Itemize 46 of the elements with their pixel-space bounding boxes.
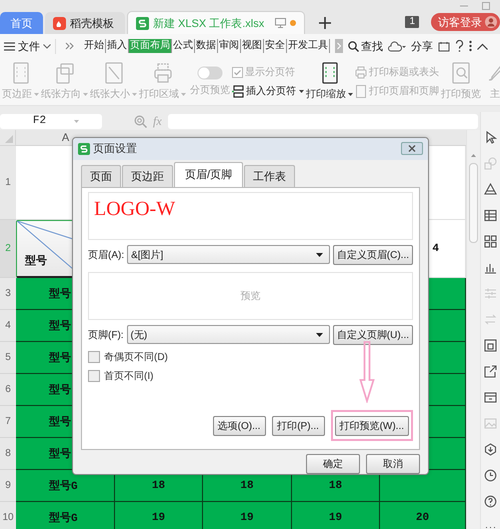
- row-header[interactable]: 1: [0, 146, 16, 220]
- search-button[interactable]: 查找: [348, 38, 383, 54]
- ribbon-tab[interactable]: 开始: [83, 39, 106, 53]
- ribbon-tab[interactable]: 视图: [241, 39, 264, 53]
- table-cell: 型号G: [16, 470, 115, 502]
- ribbon-tab[interactable]: 数据: [195, 39, 218, 53]
- preview-placeholder-text: 预览: [240, 290, 260, 303]
- dialog-action-button[interactable]: 选项(O)...: [212, 416, 266, 436]
- header-logo-text: LOGO-W: [94, 198, 176, 220]
- row-header[interactable]: 6: [0, 374, 16, 406]
- ribbon-tab[interactable]: 公式: [172, 39, 195, 53]
- file-menu-button[interactable]: 文件: [4, 38, 56, 54]
- row-header[interactable]: 7: [0, 406, 16, 438]
- dialog-tab[interactable]: 页边距: [122, 164, 173, 187]
- document-tab[interactable]: 稻壳模板: [45, 12, 125, 34]
- ribbon-tab[interactable]: 开发工具: [287, 39, 330, 53]
- footer-select[interactable]: (无): [126, 325, 330, 344]
- dialog-tab[interactable]: 工作表: [244, 164, 296, 187]
- table-cell: 20: [380, 502, 466, 529]
- name-box[interactable]: F2: [0, 114, 102, 128]
- table-cell: 19: [203, 502, 292, 529]
- dialog-tab[interactable]: 页眉/页脚: [174, 162, 244, 187]
- custom-footer-button[interactable]: 自定义页脚(U)...: [332, 324, 413, 345]
- table-cell: 19: [292, 502, 380, 529]
- row-header[interactable]: 9: [0, 470, 16, 502]
- header-select[interactable]: &[图片]: [127, 245, 330, 264]
- ribbon-tab[interactable]: 审阅: [218, 39, 241, 53]
- table-cell: 型号G: [16, 502, 115, 529]
- ribbon-button[interactable]: 打印缩放: [306, 62, 353, 101]
- login-button[interactable]: 访客登录: [431, 13, 500, 31]
- ribbon-button[interactable]: 插入分页符: [232, 84, 304, 98]
- row-header[interactable]: 5: [0, 342, 16, 374]
- table-cell: 19: [115, 502, 203, 529]
- print-preview-button[interactable]: 打印预览(W)...: [334, 416, 409, 436]
- ribbon-tab[interactable]: 安全: [264, 39, 287, 53]
- share-button[interactable]: 分享: [411, 38, 433, 54]
- cancel-button[interactable]: 取消: [366, 454, 420, 474]
- row-header[interactable]: 3: [0, 278, 16, 310]
- row-header[interactable]: 10: [0, 502, 16, 529]
- custom-header-button[interactable]: 自定义页眉(C)...: [332, 244, 413, 265]
- window-count-badge[interactable]: 1: [405, 16, 419, 28]
- dialog-action-button[interactable]: 打印(P)...: [272, 416, 325, 436]
- row-header[interactable]: 4: [0, 310, 16, 342]
- row-header[interactable]: 8: [0, 438, 16, 470]
- dialog-tab[interactable]: 页面: [81, 164, 121, 187]
- ok-button[interactable]: 确定: [306, 454, 360, 474]
